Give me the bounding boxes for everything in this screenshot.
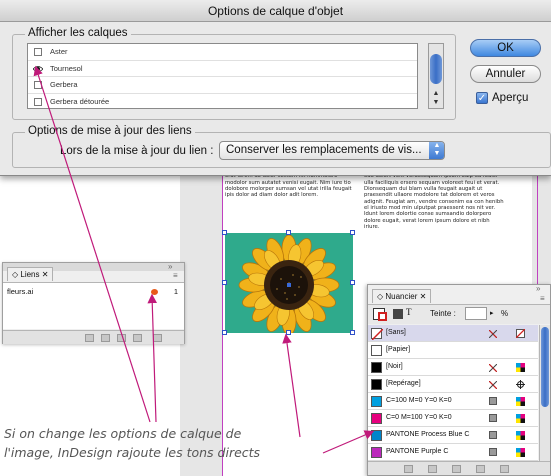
arrow-to-image <box>282 333 301 438</box>
arrow-to-layer <box>33 65 151 423</box>
arrow-to-link <box>147 293 158 423</box>
caption: Si on change les options de calque de l'… <box>4 424 364 462</box>
caption-line: l'image, InDesign rajoute les tons direc… <box>4 445 261 460</box>
caption-line: Si on change les options de calque de <box>4 426 242 441</box>
callout-arrows <box>33 65 375 454</box>
